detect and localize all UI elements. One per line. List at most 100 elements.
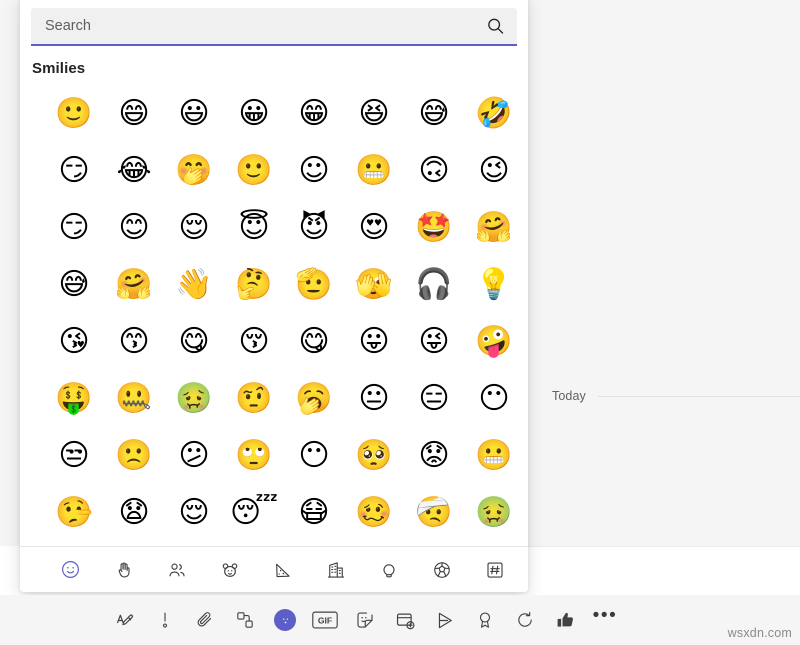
emoji-category-tab-animals[interactable] xyxy=(203,554,256,586)
search-input[interactable] xyxy=(31,8,517,44)
praise-badge-icon xyxy=(475,610,495,630)
giphy-button[interactable]: GIF xyxy=(305,602,345,638)
emoji-glyph: 🤔 xyxy=(235,266,273,302)
emoji-neutral-face[interactable]: 😐 xyxy=(344,370,404,427)
emoji-thinking-face[interactable]: 🤔 xyxy=(224,256,284,313)
emoji-hugging-face[interactable]: 🤗 xyxy=(104,256,164,313)
search-icon[interactable] xyxy=(486,17,505,36)
emoji-category-tab-smilies[interactable] xyxy=(44,554,97,586)
compose-message-box[interactable] xyxy=(528,546,800,597)
emoji-lying-face[interactable]: 🤥 xyxy=(44,484,104,541)
emoji-smiling-face-with-halo[interactable]: 😇 xyxy=(224,199,284,256)
emoji-search-field[interactable] xyxy=(31,8,517,46)
emoji-category-tab-activities[interactable] xyxy=(415,554,468,586)
emoji-smiling-face-with-blush[interactable]: 😊 xyxy=(104,199,164,256)
emoji-confused-face[interactable]: 😕 xyxy=(164,427,224,484)
emoji-face-without-mouth[interactable]: 😶 xyxy=(464,370,524,427)
emoji-peeking-face[interactable]: 🫣 xyxy=(344,256,404,313)
importance-button[interactable] xyxy=(145,602,185,638)
emoji-face-with-headphones[interactable]: 🎧 xyxy=(404,256,464,313)
emoji-smiling-face-with-horns[interactable]: 😈 xyxy=(284,199,344,256)
emoji-category-tab-travel[interactable] xyxy=(309,554,362,586)
emoji-picker-panel: Smilies 🙂 😄 😃 😀 😁 😆 😅 🤣 😏 😂 🤭 🙂 ☺ 😬 🙃 😉 😏 😊 😌 😇 😈 😍 🤩 🤗 😅 🤗 👋 🤔 🫡 🫣 🎧 💡… xyxy=(20,0,528,592)
emoji-face-with-hair-over-eye[interactable]: 😶 xyxy=(284,427,344,484)
emoji-kissing-face[interactable]: 😙 xyxy=(104,313,164,370)
emoji-face-with-cold-sweat[interactable]: 😅 xyxy=(44,256,104,313)
emoji-saluting-face[interactable]: 🫡 xyxy=(284,256,344,313)
praise-button[interactable] xyxy=(465,602,505,638)
emoji-winking-face-with-tongue[interactable]: 😜 xyxy=(404,313,464,370)
approvals-button[interactable] xyxy=(545,602,585,638)
emoji-category-tab-people[interactable] xyxy=(150,554,203,586)
emoji-slightly-frowning-face[interactable]: 🙁 xyxy=(104,427,164,484)
emoji-nauseated-green-face[interactable]: 🤢 xyxy=(464,484,524,541)
emoji-face-with-tears-of-joy-crying[interactable]: 😂 xyxy=(104,142,164,199)
loop-component-button[interactable] xyxy=(225,602,265,638)
emoji-grinning-squinting-face[interactable]: 😆 xyxy=(344,85,404,142)
emoji-category-tab-food[interactable] xyxy=(256,554,309,586)
emoji-beaming-face-with-smiling-eyes[interactable]: 😁 xyxy=(284,85,344,142)
emoji-face-with-tears-of-joy[interactable]: 😅 xyxy=(404,85,464,142)
emoji-winking-face[interactable]: 😉 xyxy=(464,142,524,199)
emoji-grinning-face-with-big-eyes[interactable]: 😃 xyxy=(164,85,224,142)
emoji-yum-face[interactable]: 😋 xyxy=(284,313,344,370)
emoji-face-with-clock[interactable]: 🥱 xyxy=(284,370,344,427)
emoji-category-tab-hand-gestures[interactable] xyxy=(97,554,150,586)
emoji-sleeping-face[interactable]: 😴 xyxy=(224,484,284,541)
emoji-face-with-thermometer[interactable]: 🥴 xyxy=(344,484,404,541)
emoji-pleading-face[interactable]: 🥺 xyxy=(344,427,404,484)
emoji-expressionless-face[interactable]: 😑 xyxy=(404,370,464,427)
emoji-face-with-head-bandage[interactable]: 🤕 xyxy=(404,484,464,541)
emoji-slightly-smiling-face[interactable]: 🙂 xyxy=(44,85,104,142)
emoji-face-with-idea[interactable]: 💡 xyxy=(464,256,524,313)
emoji-face-with-hand-over-mouth[interactable]: 🤭 xyxy=(164,142,224,199)
emoji-glyph: 😜 xyxy=(418,323,450,359)
format-button[interactable] xyxy=(105,602,145,638)
emoji-grimacing-face[interactable]: 😬 xyxy=(344,142,404,199)
divider-line xyxy=(597,395,800,397)
emoji-sneezing-face-with-mask[interactable]: 😷 xyxy=(284,484,344,541)
emoji-smiling-face[interactable]: ☺ xyxy=(284,142,344,199)
emoji-anguished-face[interactable]: 😧 xyxy=(104,484,164,541)
more-options-button[interactable]: ••• xyxy=(585,602,625,638)
emoji-worried-face[interactable]: 😟 xyxy=(404,427,464,484)
emoji-grinning-face-open-mouth[interactable]: 😀 xyxy=(224,85,284,142)
emoji-zipper-mouth-face[interactable]: 🤐 xyxy=(104,370,164,427)
schedule-send-button[interactable] xyxy=(385,602,425,638)
emoji-nauseated-face[interactable]: 🤢 xyxy=(164,370,224,427)
emoji-grinning-face-with-smirk[interactable]: 😏 xyxy=(44,142,104,199)
emoji-slightly-smiling-face-2[interactable]: 🙂 xyxy=(224,142,284,199)
attach-button[interactable] xyxy=(185,602,225,638)
emoji-money-mouth-face[interactable]: 🤑 xyxy=(44,370,104,427)
category-section-title: Smilies xyxy=(32,60,86,77)
emoji-upside-down-face[interactable]: 🙃 xyxy=(404,142,464,199)
emoji-glyph: 😬 xyxy=(355,152,393,188)
emoji-rolling-on-the-floor-laughing[interactable]: 🤣 xyxy=(464,85,524,142)
emoji-star-struck[interactable]: 🤩 xyxy=(404,199,464,256)
emoji-unamused-face[interactable]: 😒 xyxy=(44,427,104,484)
emoji-face-with-rolling-eyes[interactable]: 🙄 xyxy=(224,427,284,484)
compose-toolbar: GIF ••• xyxy=(0,595,800,645)
emoji-smirking-face[interactable]: 😏 xyxy=(44,199,104,256)
emoji-glyph: 🤐 xyxy=(115,380,153,416)
emoji-zany-face[interactable]: 🤪 xyxy=(464,313,524,370)
emoji-kissing-face-with-closed-eyes[interactable]: 😚 xyxy=(224,313,284,370)
emoji-relieved-face[interactable]: 😌 xyxy=(164,199,224,256)
emoji-sleepy-relieved-face[interactable]: 😌 xyxy=(164,484,224,541)
emoji-face-savoring-food[interactable]: 😋 xyxy=(164,313,224,370)
stream-button[interactable] xyxy=(425,602,465,638)
emoji-category-tab-objects[interactable] xyxy=(362,554,415,586)
loop-poll-button[interactable] xyxy=(505,602,545,638)
sticker-button[interactable] xyxy=(345,602,385,638)
emoji-button[interactable] xyxy=(265,602,305,638)
emoji-grid-scroll[interactable]: 🙂 😄 😃 😀 😁 😆 😅 🤣 😏 😂 🤭 🙂 ☺ 😬 🙃 😉 😏 😊 😌 😇 😈 😍 🤩 🤗 😅 🤗 👋 🤔 🫡 🫣 🎧 💡 😘 😙 😋 😚 😋 😛 😜 🤪… xyxy=(20,77,528,546)
emoji-face-with-hand[interactable]: 🤗 xyxy=(464,199,524,256)
emoji-face-with-raised-eyebrow[interactable]: 🤨 xyxy=(224,370,284,427)
emoji-smiling-face-with-heart-eyes[interactable]: 😍 xyxy=(344,199,404,256)
emoji-waving-face[interactable]: 👋 xyxy=(164,256,224,313)
emoji-category-tab-symbols[interactable] xyxy=(468,554,521,586)
emoji-grimacing-face-with-braces[interactable]: 😬 xyxy=(464,427,524,484)
emoji-face-blowing-a-kiss[interactable]: 😘 xyxy=(44,313,104,370)
emoji-face-with-tongue[interactable]: 😛 xyxy=(344,313,404,370)
emoji-grinning-face[interactable]: 😄 xyxy=(104,85,164,142)
